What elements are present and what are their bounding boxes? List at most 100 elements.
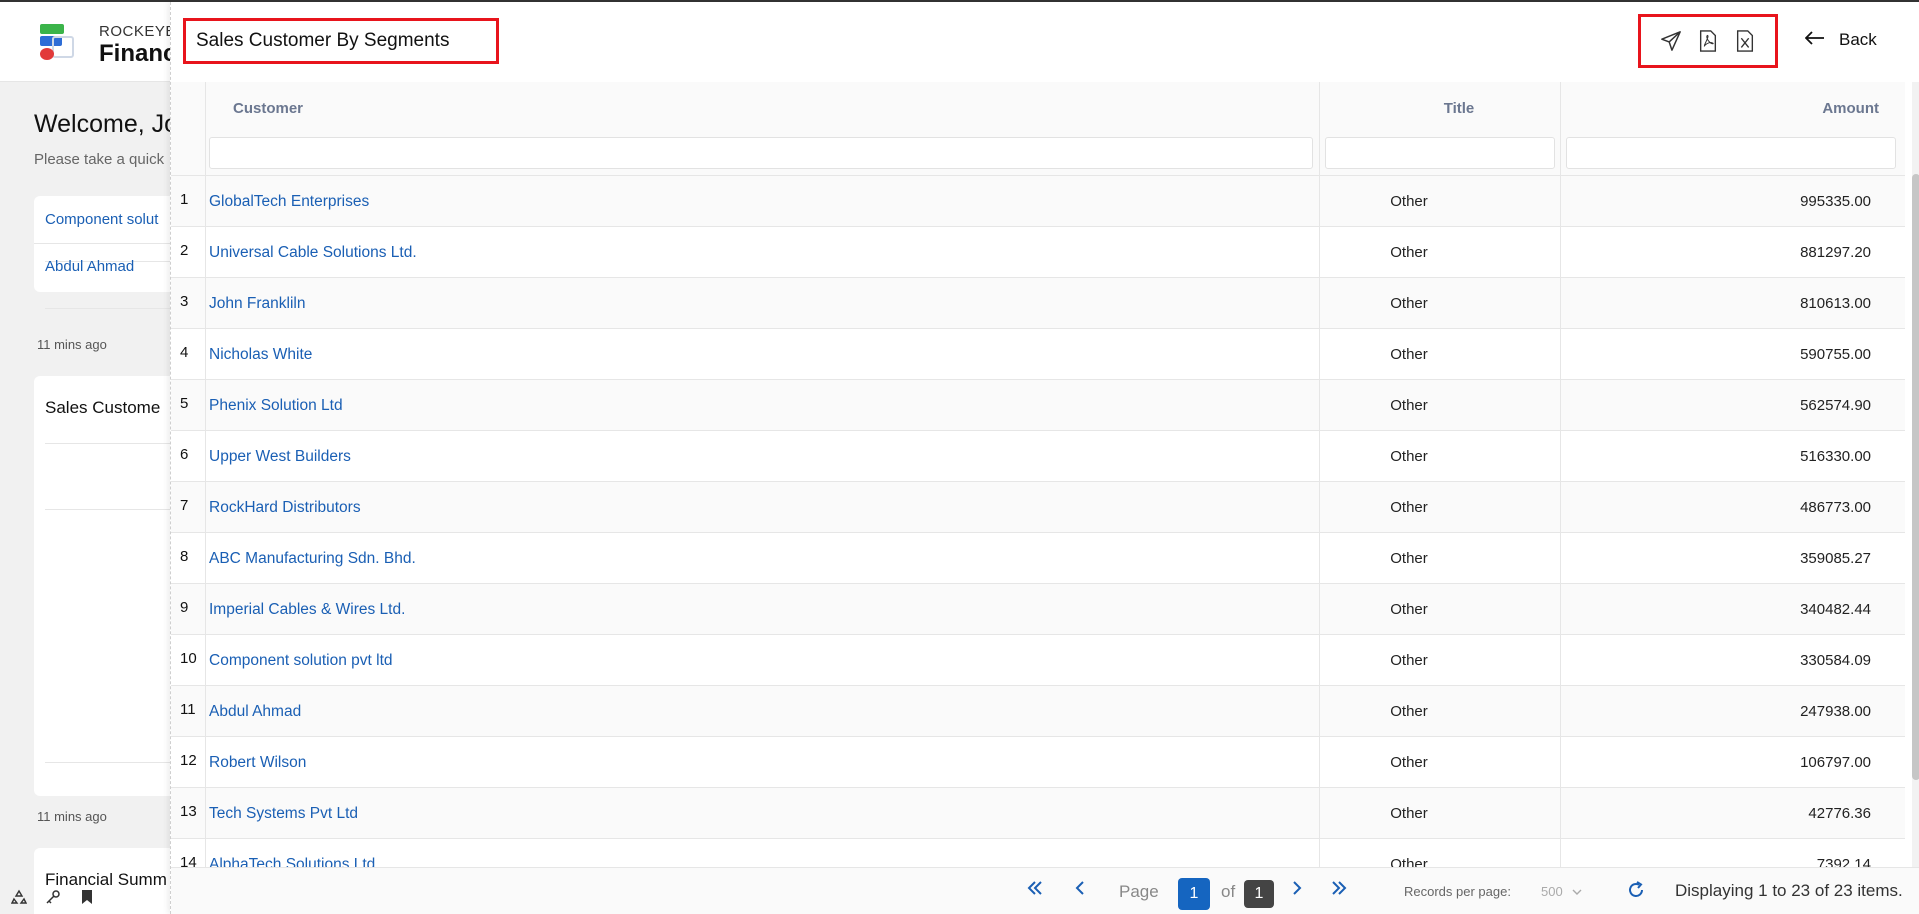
row-number: 6 (180, 446, 189, 463)
row-number: 3 (180, 293, 189, 310)
widget-card: Sales Custome (34, 376, 184, 796)
customer-filter-input[interactable] (209, 137, 1313, 169)
amount-filter-input[interactable] (1566, 137, 1896, 169)
row-number: 9 (180, 599, 189, 616)
customer-link[interactable]: Phenix Solution Ltd (209, 397, 343, 415)
table-header: Customer Title Amount (171, 82, 1905, 176)
title-cell: Other (1390, 448, 1428, 465)
table-row[interactable]: 2 Universal Cable Solutions Ltd. Other 8812… (171, 227, 1905, 278)
customer-link[interactable]: Upper West Builders (209, 448, 351, 466)
timestamp: 11 mins ago (37, 337, 107, 352)
title-filter-input[interactable] (1325, 137, 1555, 169)
excel-icon[interactable] (1733, 29, 1757, 53)
column-header-customer[interactable]: Customer (233, 100, 303, 117)
table-row[interactable]: 10 Component solution pvt ltd Other 330584.… (171, 635, 1905, 686)
data-table: Customer Title Amount 1 GlobalTech Enterp… (171, 82, 1905, 869)
title-cell: Other (1390, 244, 1428, 261)
amount-cell: 247938.00 (1800, 703, 1871, 720)
amount-cell: 881297.20 (1800, 244, 1871, 261)
welcome-subtext: Please take a quick (34, 151, 165, 168)
row-number: 10 (180, 650, 197, 667)
first-page-icon[interactable] (1026, 880, 1044, 901)
row-number: 12 (180, 752, 197, 769)
customer-link[interactable]: John Frankliln (209, 295, 306, 313)
amount-cell: 330584.09 (1800, 652, 1871, 669)
customer-link[interactable]: ABC Manufacturing Sdn. Bhd. (209, 550, 416, 568)
table-row[interactable]: 1 GlobalTech Enterprises Other 995335.00 (171, 176, 1905, 227)
row-number: 11 (180, 701, 196, 718)
customer-link[interactable]: GlobalTech Enterprises (209, 193, 369, 211)
amount-cell: 995335.00 (1800, 193, 1871, 210)
scrollbar-thumb[interactable] (1912, 174, 1919, 780)
amount-cell: 359085.27 (1800, 550, 1871, 567)
widget-title: Financial Summ (45, 870, 167, 889)
amount-cell: 810613.00 (1800, 295, 1871, 312)
next-page-icon[interactable] (1291, 880, 1303, 901)
amount-cell: 106797.00 (1800, 754, 1871, 771)
customer-link[interactable]: Universal Cable Solutions Ltd. (209, 244, 417, 262)
customer-link[interactable]: Tech Systems Pvt Ltd (209, 805, 358, 823)
back-label: Back (1839, 30, 1877, 49)
back-button[interactable]: Back (1804, 30, 1877, 50)
table-row[interactable]: 12 Robert Wilson Other 106797.00 (171, 737, 1905, 788)
recycle-icon[interactable] (10, 888, 28, 906)
title-cell: Other (1390, 652, 1428, 669)
table-row[interactable]: 8 ABC Manufacturing Sdn. Bhd. Other 359085.… (171, 533, 1905, 584)
prev-page-icon[interactable] (1074, 880, 1086, 901)
send-icon[interactable] (1659, 29, 1683, 53)
current-page-input[interactable]: 1 (1178, 878, 1210, 910)
pagination-bar: Page 1 of 1 Records per page: 500 Displa… (171, 867, 1919, 914)
activity-card: Component solut Abdul Ahmad (34, 196, 1779, 309)
title-cell: Other (1390, 193, 1428, 210)
chevron-down-icon (1572, 889, 1582, 895)
table-row[interactable]: 13 Tech Systems Pvt Ltd Other 42776.36 (171, 788, 1905, 839)
title-cell: Other (1390, 499, 1428, 516)
brand-main: Financ (99, 40, 177, 67)
row-number: 5 (180, 395, 189, 412)
report-modal: Sales Customer By Segments Back Customer… (170, 2, 1919, 914)
customer-link[interactable]: RockHard Distributors (209, 499, 361, 517)
app-logo (38, 24, 78, 64)
amount-cell: 42776.36 (1808, 805, 1871, 822)
table-row[interactable]: 11 Abdul Ahmad Other 247938.00 (171, 686, 1905, 737)
records-per-page-label: Records per page: (1404, 884, 1511, 899)
last-page-icon[interactable] (1330, 880, 1348, 901)
customer-link[interactable]: Nicholas White (209, 346, 312, 364)
pdf-icon[interactable] (1696, 29, 1720, 53)
title-cell: Other (1390, 550, 1428, 567)
column-header-title[interactable]: Title (1389, 100, 1529, 117)
customer-link[interactable]: Abdul Ahmad (209, 703, 301, 721)
bookmark-icon[interactable] (78, 888, 96, 906)
display-status: Displaying 1 to 23 of 23 items. (1675, 881, 1903, 900)
customer-link[interactable]: Imperial Cables & Wires Ltd. (209, 601, 405, 619)
title-cell: Other (1390, 346, 1428, 363)
table-row[interactable]: 3 John Frankliln Other 810613.00 (171, 278, 1905, 329)
customer-link[interactable]: Robert Wilson (209, 754, 306, 772)
key-icon[interactable] (44, 888, 62, 906)
row-number: 2 (180, 242, 189, 259)
refresh-icon[interactable] (1626, 880, 1646, 905)
modal-title: Sales Customer By Segments (183, 18, 499, 64)
amount-cell: 486773.00 (1800, 499, 1871, 516)
of-label: of (1221, 882, 1236, 901)
bottom-toolbar (10, 888, 96, 906)
column-header-amount[interactable]: Amount (1822, 100, 1879, 117)
row-number: 8 (180, 548, 189, 565)
row-number: 13 (180, 803, 197, 820)
vertical-scrollbar[interactable] (1912, 82, 1919, 869)
table-row[interactable]: 14 AlphaTech Solutions Ltd. Other 7392.14 (171, 839, 1905, 869)
arrow-left-icon (1804, 30, 1825, 50)
table-row[interactable]: 7 RockHard Distributors Other 486773.00 (171, 482, 1905, 533)
title-cell: Other (1390, 397, 1428, 414)
records-per-page-select[interactable]: 500 (1541, 884, 1582, 899)
table-row[interactable]: 4 Nicholas White Other 590755.00 (171, 329, 1905, 380)
title-cell: Other (1390, 754, 1428, 771)
table-row[interactable]: 6 Upper West Builders Other 516330.00 (171, 431, 1905, 482)
title-cell: Other (1390, 601, 1428, 618)
table-row[interactable]: 9 Imperial Cables & Wires Ltd. Other 340482… (171, 584, 1905, 635)
title-cell: Other (1390, 295, 1428, 312)
row-number: 7 (180, 497, 189, 514)
table-row[interactable]: 5 Phenix Solution Ltd Other 562574.90 (171, 380, 1905, 431)
amount-cell: 590755.00 (1800, 346, 1871, 363)
customer-link[interactable]: Component solution pvt ltd (209, 652, 393, 670)
